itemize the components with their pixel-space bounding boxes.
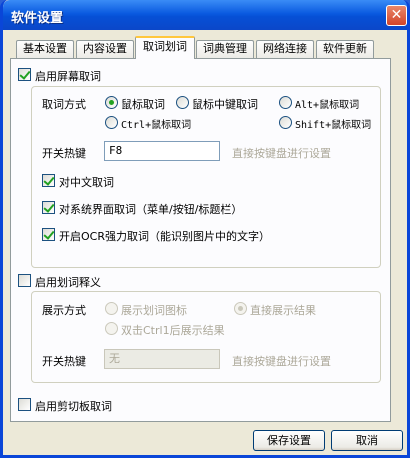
enable-screen-capture-checkbox[interactable] <box>18 68 31 81</box>
close-icon: ✕ <box>390 7 403 23</box>
tab-basic[interactable]: 基本设置 <box>16 40 74 58</box>
enable-clipboard-capture-checkbox[interactable] <box>18 398 31 411</box>
close-button[interactable]: ✕ <box>386 5 407 26</box>
window-title: 软件设置 <box>11 11 64 26</box>
capture-hotkey-hint: 直接按键盘进行设置 <box>232 147 331 160</box>
tab-dictionary[interactable]: 词典管理 <box>196 40 254 58</box>
capture-method-label: 取词方式 <box>42 98 86 111</box>
selection-translate-group: 展示方式 展示划词图标 直接展示结果 双击Ctrl1后展示结果 开关热键 无 直… <box>31 291 381 383</box>
screen-capture-group: 取词方式 鼠标取词 鼠标中键取词 Alt+鼠标取词 Ctrl+鼠标取词 Shif… <box>31 86 381 268</box>
ocr-capture-checkbox[interactable] <box>42 228 55 241</box>
method-mouse-label: 鼠标取词 <box>121 98 165 111</box>
tab-update-label: 软件更新 <box>323 42 367 55</box>
method-shift-mouse-label: Shift+鼠标取词 <box>295 120 372 131</box>
method-shift-mouse-radio[interactable] <box>279 116 292 129</box>
capture-hotkey-label: 开关热键 <box>42 147 86 160</box>
enable-screen-capture-label: 启用屏幕取词 <box>35 70 101 83</box>
method-alt-mouse-radio[interactable] <box>279 96 292 109</box>
title-bar[interactable]: 软件设置 ✕ <box>3 0 407 30</box>
mode-direct-result-radio[interactable] <box>234 302 247 315</box>
tab-network-label: 网络连接 <box>263 42 307 55</box>
display-mode-label: 展示方式 <box>42 304 86 317</box>
enable-selection-translate-label: 启用划词释义 <box>35 276 101 289</box>
tab-basic-label: 基本设置 <box>23 42 67 55</box>
mode-direct-result-label: 直接展示结果 <box>250 304 316 317</box>
mode-double-ctrl-radio[interactable] <box>105 322 118 335</box>
mode-double-ctrl-label: 双击Ctrl1后展示结果 <box>121 324 225 337</box>
enable-clipboard-capture-label: 启用剪切板取词 <box>35 400 112 413</box>
tab-network[interactable]: 网络连接 <box>256 40 314 58</box>
cancel-button[interactable]: 取消 <box>331 430 403 451</box>
system-ui-capture-label: 对系统界面取词（菜单/按钮/标题栏） <box>59 203 243 216</box>
tab-capture-label: 取词划词 <box>143 40 187 53</box>
settings-window: 软件设置 ✕ 基本设置 内容设置 取词划词 词典管理 网络连接 软件更新 启用屏… <box>0 0 410 458</box>
capture-hotkey-input[interactable]: F8 <box>104 141 220 161</box>
mode-show-icon-radio[interactable] <box>105 302 118 315</box>
save-button[interactable]: 保存设置 <box>253 430 325 451</box>
method-middle-button-label: 鼠标中键取词 <box>192 98 258 111</box>
ocr-capture-label: 开启OCR强力取词（能识别图片中的文字） <box>59 230 270 243</box>
translate-hotkey-input[interactable]: 无 <box>104 349 220 369</box>
translate-hotkey-hint: 直接按键盘进行设置 <box>232 355 331 368</box>
system-ui-capture-checkbox[interactable] <box>42 201 55 214</box>
tab-content-label: 内容设置 <box>83 42 127 55</box>
method-ctrl-mouse-label: Ctrl+鼠标取词 <box>121 120 192 131</box>
tab-panel: 启用屏幕取词 取词方式 鼠标取词 鼠标中键取词 Alt+鼠标取词 Ctrl+鼠标… <box>10 58 391 422</box>
tab-update[interactable]: 软件更新 <box>316 40 374 58</box>
tab-capture[interactable]: 取词划词 <box>135 36 195 59</box>
translate-hotkey-label: 开关热键 <box>42 355 86 368</box>
method-alt-mouse-label: Alt+鼠标取词 <box>295 100 360 111</box>
mode-show-icon-label: 展示划词图标 <box>121 304 187 317</box>
chinese-capture-label: 对中文取词 <box>59 176 114 189</box>
method-mouse-radio[interactable] <box>105 96 118 109</box>
tab-content[interactable]: 内容设置 <box>76 40 134 58</box>
tab-dictionary-label: 词典管理 <box>203 42 247 55</box>
enable-selection-translate-checkbox[interactable] <box>18 274 31 287</box>
chinese-capture-checkbox[interactable] <box>42 174 55 187</box>
method-ctrl-mouse-radio[interactable] <box>105 116 118 129</box>
method-middle-button-radio[interactable] <box>176 96 189 109</box>
